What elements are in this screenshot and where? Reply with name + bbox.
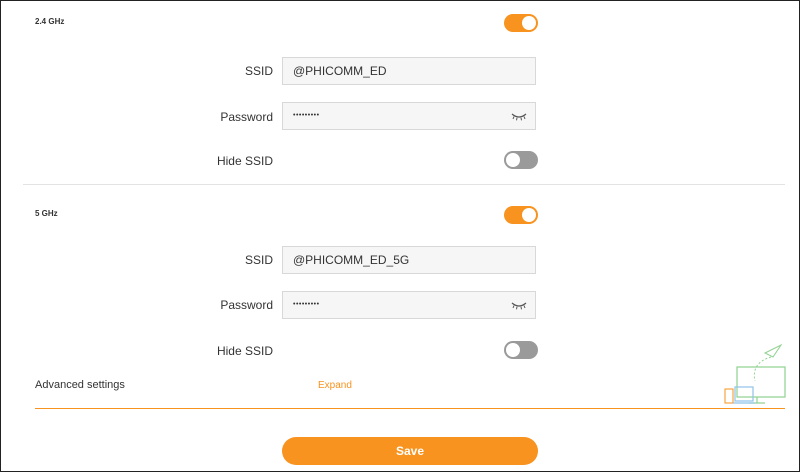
ssid-label: SSID [244,253,273,267]
ssid-label: SSID [244,64,273,78]
band-5-password-input[interactable]: ••••••••• [282,291,536,319]
save-button[interactable]: Save [282,437,538,465]
band-24-hide-ssid-toggle[interactable] [504,151,538,169]
expand-link[interactable]: Expand [318,380,352,391]
section-divider [23,184,785,185]
band-24-ssid-input[interactable]: @PHICOMM_ED [282,57,536,85]
toggle-knob [506,153,520,167]
eye-closed-icon[interactable] [511,111,527,121]
toggle-knob [522,16,536,30]
password-label: Password [220,298,273,312]
advanced-settings-label: Advanced settings [35,379,125,391]
hide-ssid-label: Hide SSID [216,344,273,358]
eye-closed-icon[interactable] [511,300,527,310]
band-5-enable-toggle[interactable] [504,206,538,224]
band-24-title: 2.4 GHz [35,17,65,26]
password-value: ••••••••• [293,301,320,308]
toggle-knob [522,208,536,222]
band-5-title: 5 GHz [35,209,58,218]
band-24-enable-toggle[interactable] [504,14,538,32]
toggle-knob [506,343,520,357]
password-value: ••••••••• [293,112,320,119]
password-label: Password [220,110,273,124]
band-5-ssid-input[interactable]: @PHICOMM_ED_5G [282,246,536,274]
wifi-settings-panel: 2.4 GHz SSID @PHICOMM_ED Password ••••••… [0,0,800,472]
band-5-hide-ssid-toggle[interactable] [504,341,538,359]
advanced-divider [35,408,785,409]
hide-ssid-label: Hide SSID [216,154,273,168]
devices-illustration-icon [724,343,786,404]
band-24-password-input[interactable]: ••••••••• [282,102,536,130]
